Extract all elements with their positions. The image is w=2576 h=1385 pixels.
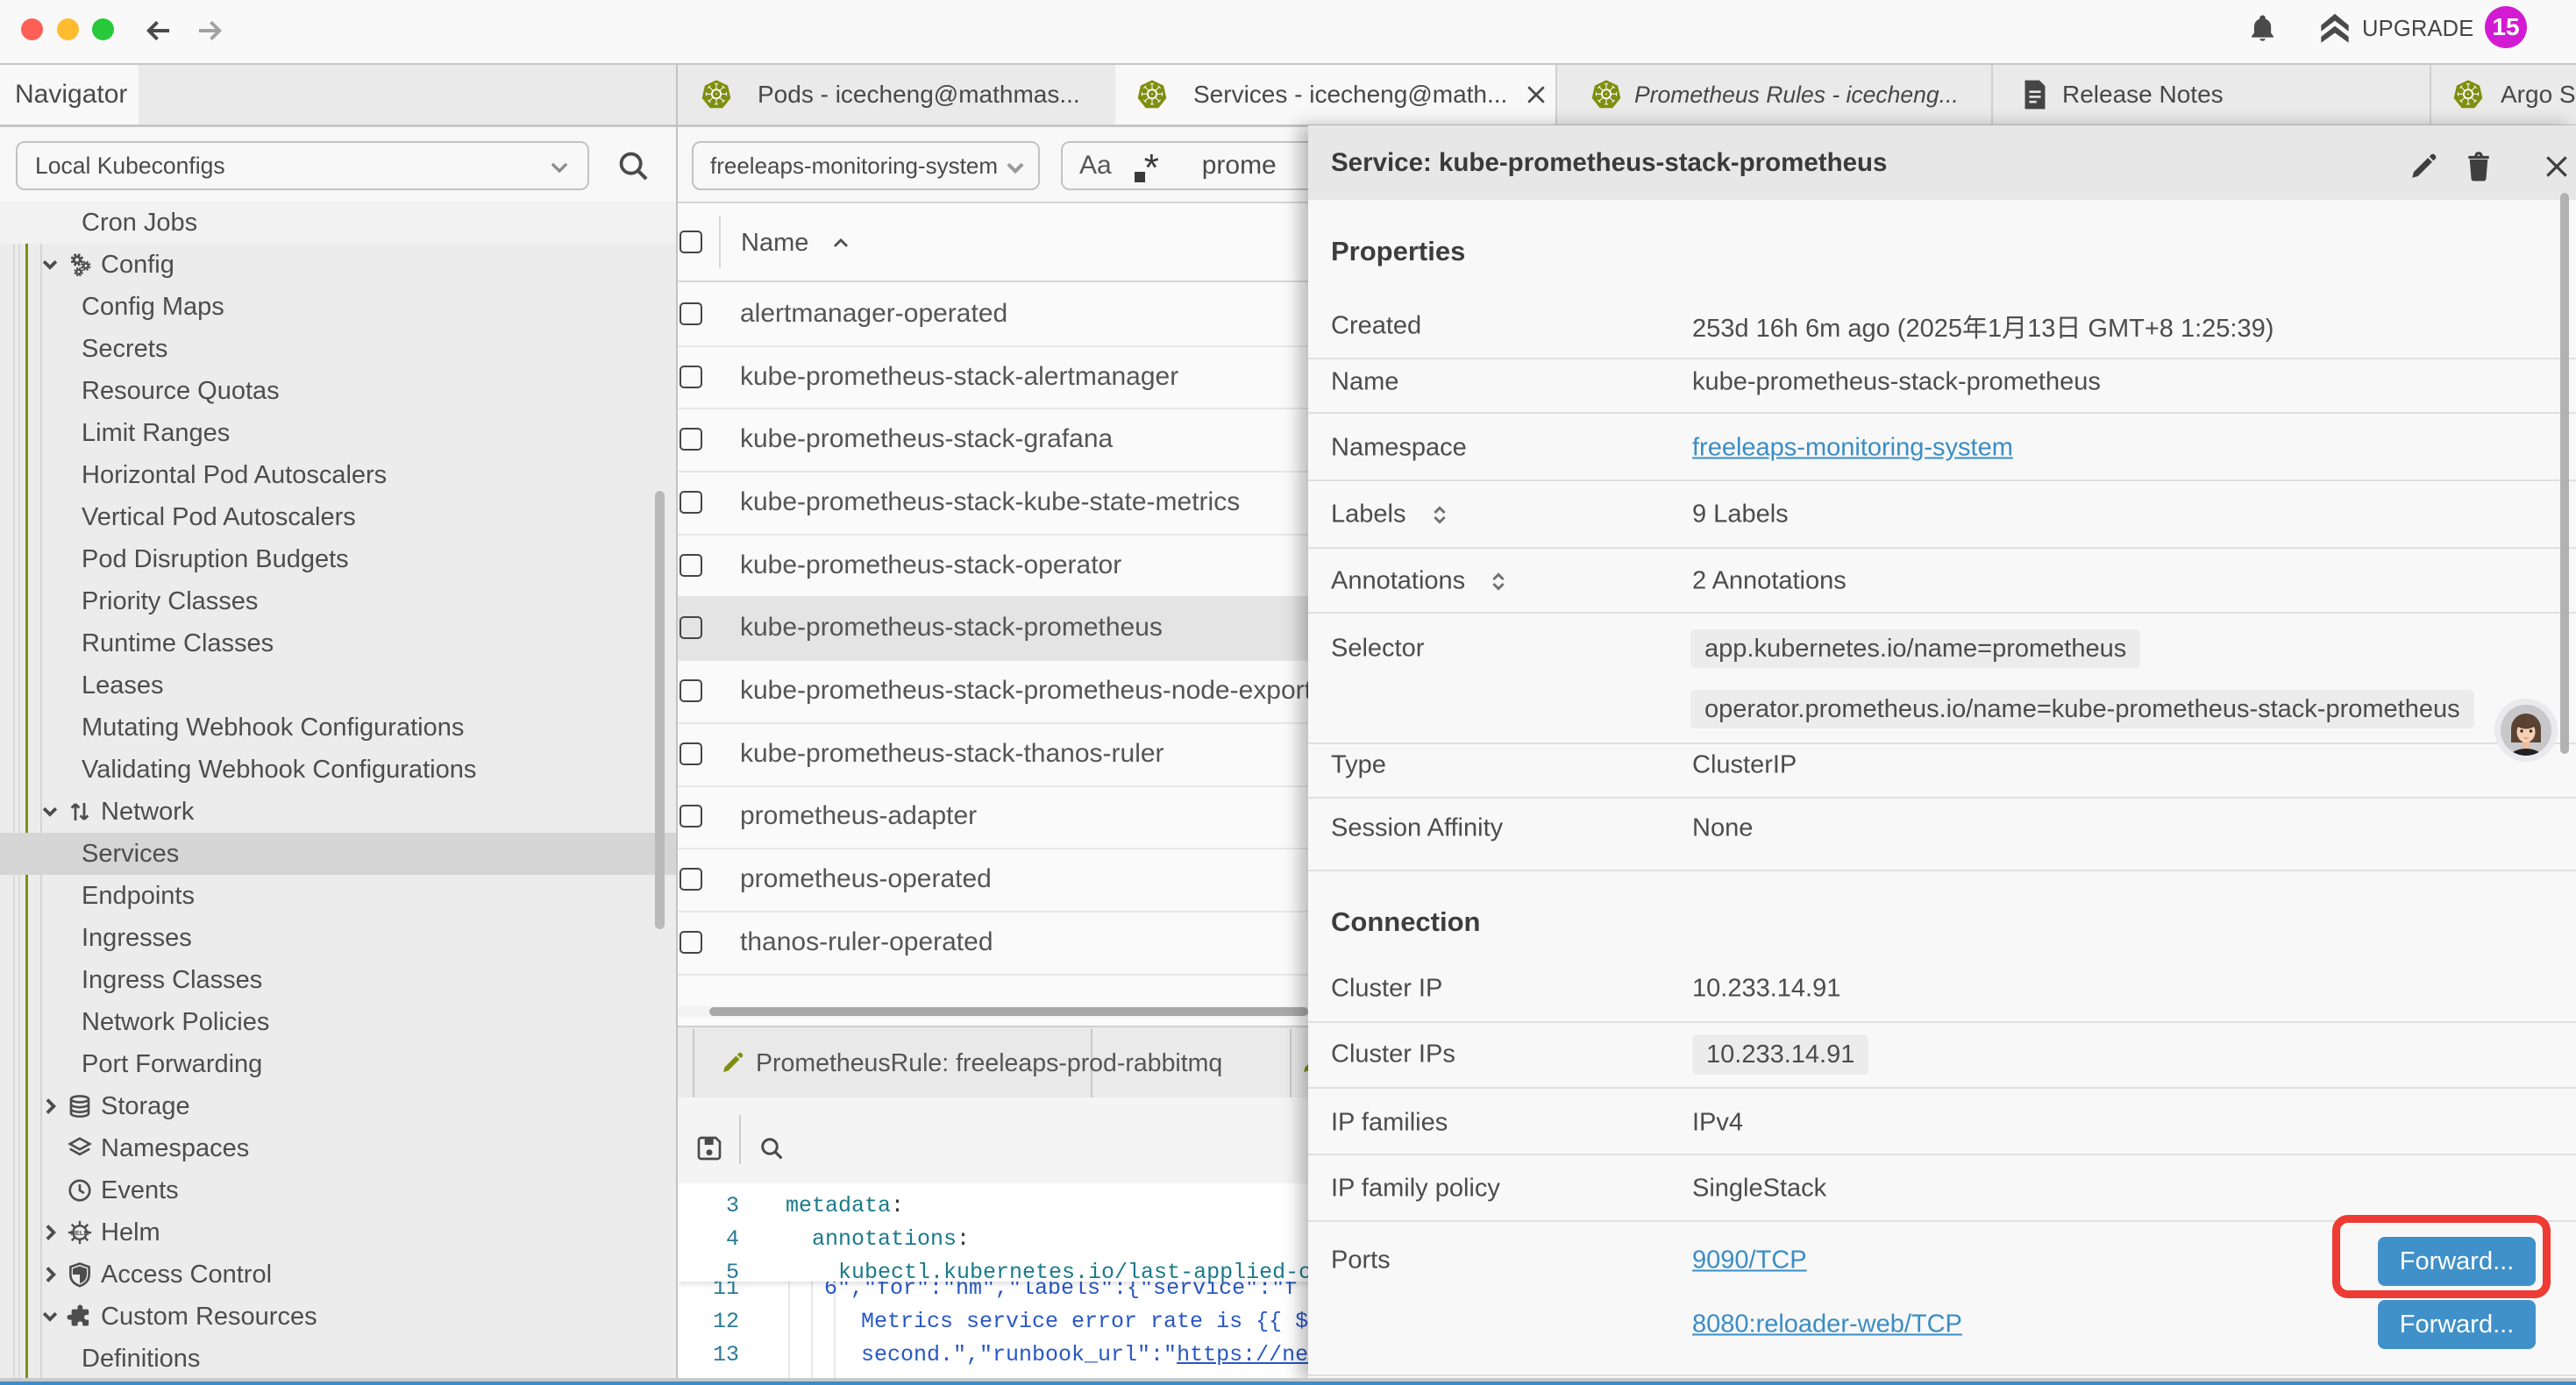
svg-text:HELM: HELM <box>70 1229 89 1237</box>
